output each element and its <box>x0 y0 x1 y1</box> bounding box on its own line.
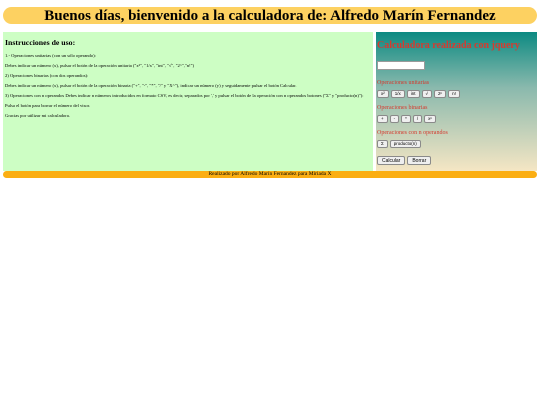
clear-button[interactable]: Borrar <box>407 156 432 165</box>
instruction-paragraph: Debes indicar un número (x), pulsar el b… <box>5 83 297 88</box>
footer-credit: Realizado por Alfredo Marín Fernandez pa… <box>208 171 332 177</box>
multiply-button[interactable]: * <box>401 115 411 123</box>
binary-buttons-row: + - * / xⁿ <box>377 115 537 123</box>
unary-section-label: Operaciones unitarias <box>377 80 430 86</box>
nary-buttons-row: Σ producto(n) <box>377 140 537 148</box>
instruction-paragraph: 2) Operaciones binarias (con dos operand… <box>5 73 89 78</box>
instructions-heading: Instrucciones de uso: <box>5 38 76 47</box>
reciprocal-button[interactable]: 1/x <box>390 90 405 98</box>
power-button[interactable]: xⁿ <box>424 115 437 123</box>
display-input[interactable] <box>377 61 425 70</box>
sum-button[interactable]: Σ <box>377 140 388 148</box>
product-button[interactable]: producto(n) <box>389 140 421 148</box>
factorial-button[interactable]: n! <box>448 90 460 98</box>
instruction-paragraph: 1.- Operaciones unitarias (con un sólo o… <box>5 53 96 58</box>
divide-button[interactable]: / <box>412 115 423 123</box>
add-button[interactable]: + <box>377 115 388 123</box>
instruction-paragraph: Debes indicar un número (x), pulsar el b… <box>5 63 195 68</box>
instruction-paragraph: Pulsa el botón para borrar el número del… <box>5 103 91 108</box>
page-footer: Realizado por Alfredo Marín Fernandez pa… <box>3 171 537 178</box>
instructions-panel: Instrucciones de uso: 1.- Operaciones un… <box>3 32 373 171</box>
binary-section-label: Operaciones binarias <box>377 105 428 111</box>
page-title: Buenos días, bienvenido a la calculadora… <box>44 8 496 24</box>
instruction-paragraph: Gracias por utilizar mi calculadora. <box>5 113 70 118</box>
integer-button[interactable]: int <box>406 90 420 98</box>
square-button[interactable]: x² <box>377 90 389 98</box>
sqrt-button[interactable]: √ <box>421 90 433 98</box>
action-buttons-row: Calcular Borrar <box>377 156 537 165</box>
page-header: Buenos días, bienvenido a la calculadora… <box>3 7 537 24</box>
unary-buttons-row: x² 1/x int √ 2ⁿ n! <box>377 90 537 98</box>
calculate-button[interactable]: Calcular <box>377 156 406 165</box>
instruction-paragraph: 3) Operaciones con n operandos Debes ind… <box>5 93 364 98</box>
calculator-title: Calculadora realizada con jquery <box>377 40 520 51</box>
calculator-panel: Calculadora realizada con jquery Operaci… <box>376 32 537 171</box>
nary-section-label: Operaciones con n operandos <box>377 130 448 136</box>
power-of-two-button[interactable]: 2ⁿ <box>434 90 447 98</box>
subtract-button[interactable]: - <box>389 115 400 123</box>
